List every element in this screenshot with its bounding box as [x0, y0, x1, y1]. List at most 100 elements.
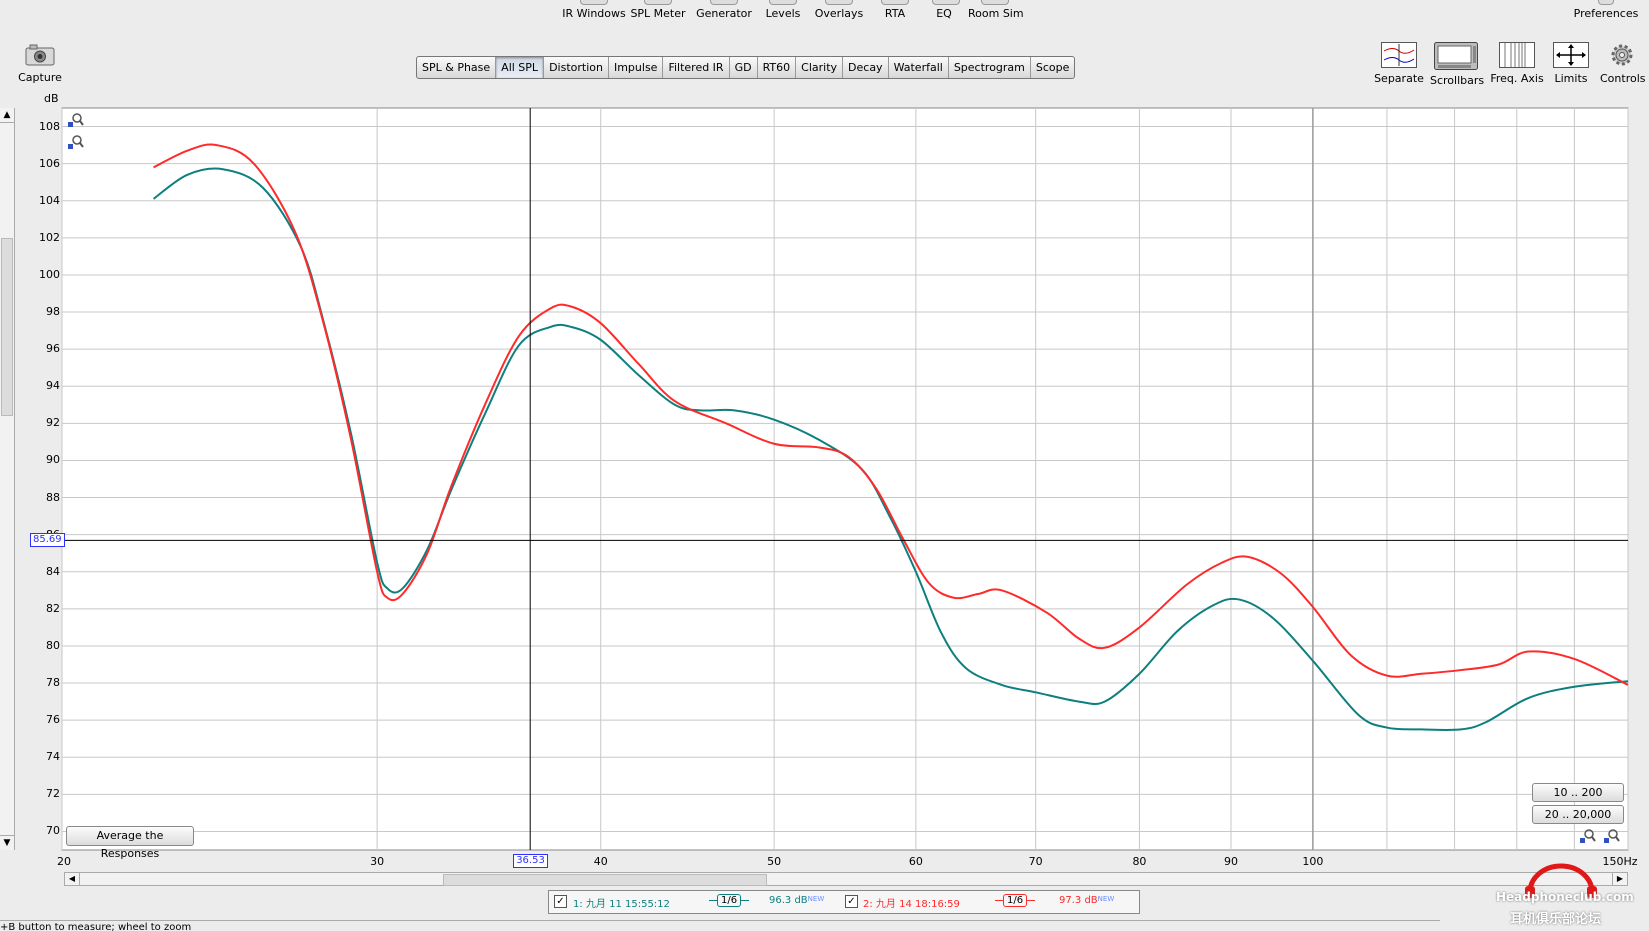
y-tick-label: 76 [46, 713, 60, 727]
scrollbars-button[interactable]: Scrollbars [1430, 42, 1484, 87]
tab-waterfall[interactable]: Waterfall [889, 57, 949, 78]
preferences-button[interactable]: Preferences [1572, 0, 1640, 24]
separate-icon [1381, 42, 1417, 68]
generator-button[interactable]: Generator [694, 0, 754, 24]
freq-axis-button[interactable]: Freq. Axis [1490, 42, 1544, 85]
scroll-down-arrow[interactable]: ▼ [0, 835, 14, 850]
capture-button[interactable]: Capture [18, 44, 62, 84]
zoom-out-icon[interactable] [68, 134, 84, 150]
measurement-legend: ✓ 1: 九月 11 15:55:12 1/6 96.3 dBNEW ✓ 2: … [548, 890, 1140, 914]
ir-windows-button[interactable]: IR Windows [562, 0, 626, 24]
range-20-20000-button[interactable]: 20 .. 20,000 [1532, 805, 1624, 824]
camera-icon [25, 44, 55, 66]
tab-spectrogram[interactable]: Spectrogram [949, 57, 1031, 78]
tab-all-spl[interactable]: All SPL [496, 57, 545, 78]
y-tick-label: 82 [46, 601, 60, 615]
cursor-lines [62, 108, 1628, 850]
y-tick-label: 80 [46, 638, 60, 652]
y-tick-label: 102 [39, 230, 60, 244]
y-tick-label: 90 [46, 453, 60, 467]
y-tick-label: 92 [46, 416, 60, 430]
capture-label: Capture [18, 71, 62, 84]
levels-button[interactable]: Levels [762, 0, 804, 24]
gear-icon [1611, 44, 1633, 66]
y-tick-label: 74 [46, 750, 60, 764]
tab-impulse[interactable]: Impulse [609, 57, 664, 78]
limits-icon [1553, 42, 1589, 68]
zoom-x-in-icon[interactable] [1580, 828, 1596, 847]
limits-button[interactable]: Limits [1552, 42, 1590, 85]
measurement-1-smoothing[interactable]: 1/6 [709, 894, 750, 907]
x-tick-label: 30 [370, 855, 385, 868]
measurement-1-level: 96.3 dBNEW [769, 895, 825, 906]
y-tick-label: 98 [46, 305, 60, 319]
tab-rt60[interactable]: RT60 [758, 57, 797, 78]
vertical-scroll-thumb[interactable] [1, 238, 13, 416]
measurement-2-smoothing[interactable]: 1/6 [995, 894, 1036, 907]
x-tick-label: 40 [593, 855, 608, 868]
scrollbars-icon [1434, 42, 1478, 70]
zoom-x-out-icon[interactable] [1604, 828, 1620, 847]
tab-clarity[interactable]: Clarity [796, 57, 844, 78]
y-tick-label: 108 [39, 119, 60, 133]
measurement-1-checkbox[interactable]: ✓ [554, 895, 567, 908]
y-tick-label: 104 [39, 193, 60, 207]
overlays-button[interactable]: Overlays [813, 0, 865, 24]
y-tick-label: 100 [39, 267, 60, 281]
watermark-logo: Headphoneclub.com 耳机俱乐部论坛 [1494, 862, 1644, 928]
cursor-y-readout: 85.69 [30, 533, 65, 548]
measurement-2-checkbox[interactable]: ✓ [845, 895, 858, 908]
measurement-1-label[interactable]: 1: 九月 11 15:55:12 [573, 895, 670, 910]
x-tick-label: 90 [1223, 855, 1238, 868]
y-tick-label: 70 [46, 824, 60, 838]
horizontal-scroll-thumb[interactable] [443, 874, 767, 886]
series-group [152, 143, 1629, 732]
y-tick-label: 96 [46, 342, 60, 356]
controls-button[interactable]: Controls [1600, 42, 1646, 85]
rta-button[interactable]: RTA [880, 0, 910, 24]
tab-filtered-ir[interactable]: Filtered IR [663, 57, 730, 78]
series-line-2 [153, 143, 1629, 686]
tab-scope[interactable]: Scope [1031, 57, 1075, 78]
plot-area[interactable] [61, 107, 1629, 851]
measurement-2-label[interactable]: 2: 九月 14 18:16:59 [863, 895, 960, 910]
watermark-site: Headphoneclub.com [1496, 890, 1634, 904]
y-tick-label: 84 [46, 564, 60, 578]
y-tick-label: 78 [46, 676, 60, 690]
tab-distortion[interactable]: Distortion [544, 57, 609, 78]
y-tick-label: 106 [39, 156, 60, 170]
scroll-up-arrow[interactable]: ▲ [0, 108, 14, 123]
cursor-x-readout: 36.53 [513, 854, 548, 868]
y-tick-label: 72 [46, 787, 60, 801]
graph-tabs: SPL & Phase All SPL Distortion Impulse F… [416, 56, 1076, 79]
frequency-response-chart[interactable] [0, 0, 1649, 930]
vertical-scrollbar[interactable]: ▲ ▼ [0, 108, 15, 850]
tab-decay[interactable]: Decay [843, 57, 889, 78]
y-axis-unit: dB [44, 92, 59, 105]
status-bar: +B button to measure; wheel to zoom [0, 920, 1440, 931]
measurement-2-level: 97.3 dBNEW [1059, 895, 1115, 906]
x-tick-label: 70 [1028, 855, 1043, 868]
range-10-200-button[interactable]: 10 .. 200 [1532, 783, 1624, 802]
spl-meter-button[interactable]: SPL Meter [630, 0, 686, 24]
freq-axis-icon [1499, 42, 1535, 68]
separate-button[interactable]: Separate [1374, 42, 1424, 85]
y-tick-label: 94 [46, 379, 60, 393]
watermark-forum: 耳机俱乐部论坛 [1510, 912, 1602, 927]
horizontal-scrollbar[interactable]: ◀ ▶ [64, 872, 1628, 886]
y-tick-label: 88 [46, 490, 60, 504]
scroll-left-arrow[interactable]: ◀ [65, 873, 80, 885]
zoom-in-icon[interactable] [68, 112, 84, 128]
series-line-1 [152, 167, 1629, 732]
average-responses-button[interactable]: Average the Responses [66, 826, 194, 860]
x-tick-label: 60 [908, 855, 923, 868]
grid-lines [61, 108, 1629, 850]
x-tick-label: 50 [767, 855, 782, 868]
tab-spl-phase[interactable]: SPL & Phase [417, 57, 497, 78]
x-tick-label: 80 [1132, 855, 1147, 868]
tab-gd[interactable]: GD [730, 57, 758, 78]
x-tick-label: 20 [57, 855, 71, 868]
eq-button[interactable]: EQ [932, 0, 960, 24]
room-sim-button[interactable]: Room Sim [968, 0, 1024, 24]
x-tick-label: 100 [1302, 855, 1324, 868]
